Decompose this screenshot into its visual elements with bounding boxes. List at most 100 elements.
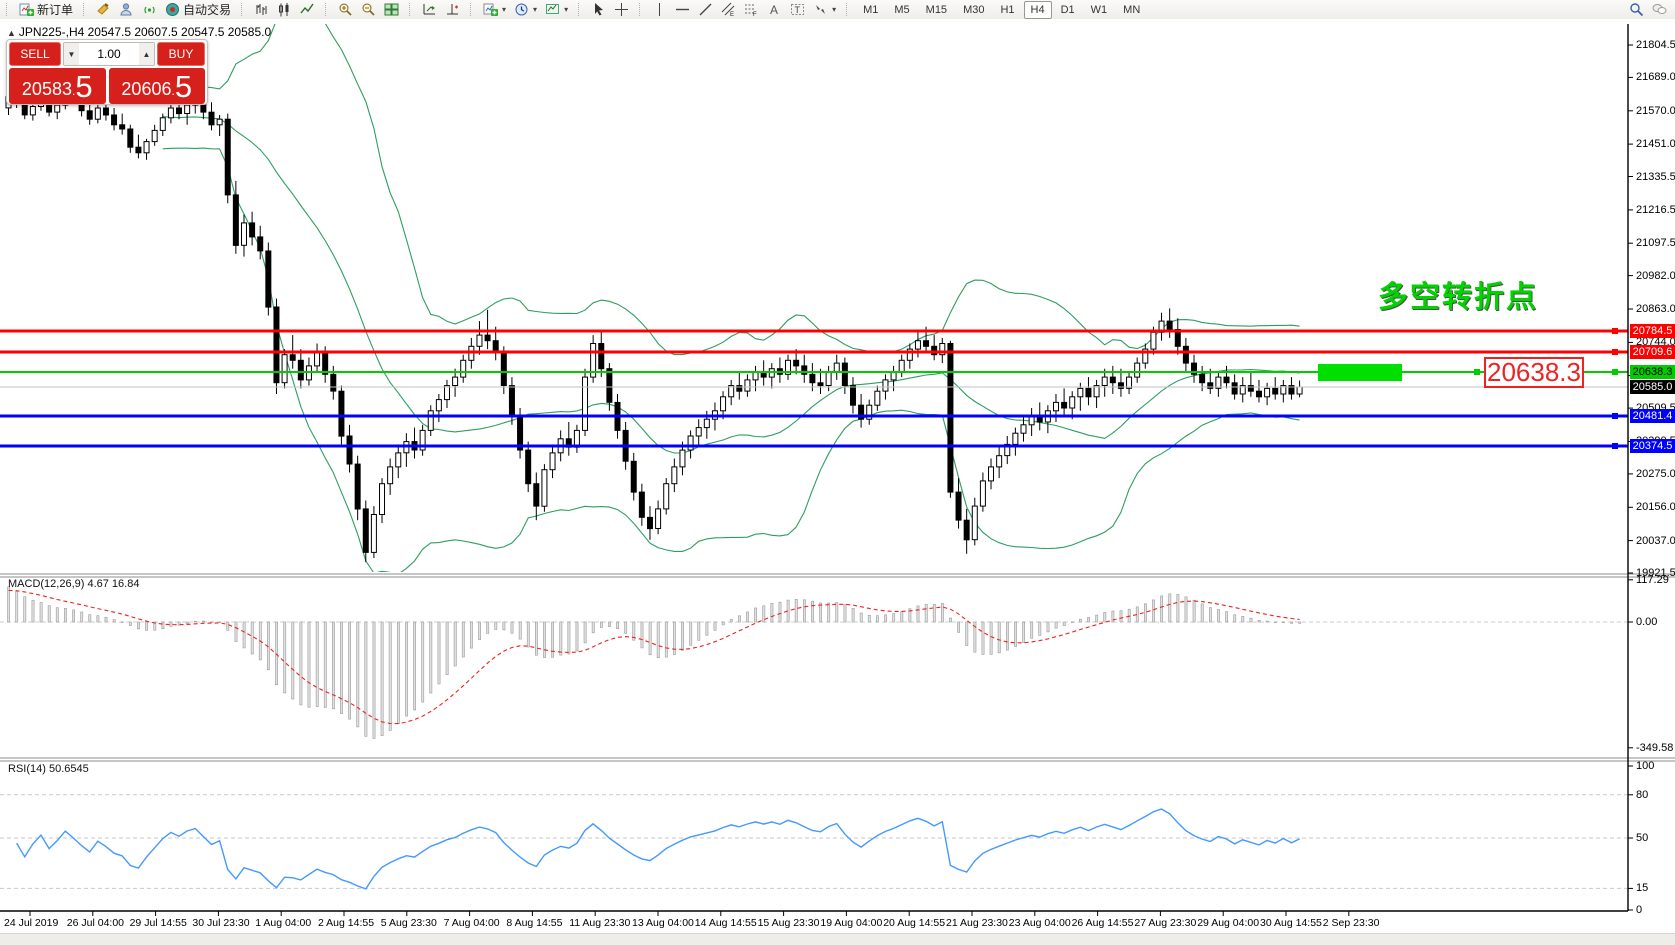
new-order-label: 新订单 — [37, 3, 74, 17]
dropdown-caret-icon: ▾ — [533, 5, 538, 14]
time-tick-label: 19 Aug 04:00 — [820, 917, 883, 929]
vertical-line-button[interactable] — [648, 1, 671, 19]
one-click-trading-panel: SELL ▼ 1.00 ▲ BUY 20583. 5 20606. 5 — [6, 39, 208, 105]
buy-button[interactable]: BUY — [157, 42, 205, 66]
time-tick-label: 23 Aug 04:00 — [1008, 917, 1071, 929]
text-button[interactable]: A — [763, 1, 786, 19]
trendline-button[interactable] — [694, 1, 717, 19]
equidistant-channel-button[interactable]: E — [717, 1, 740, 19]
svg-text:F: F — [753, 12, 757, 17]
time-tick-label: 7 Aug 04:00 — [443, 917, 500, 929]
price-tick-label: 21097.5 — [1636, 237, 1675, 250]
toolbar-separator — [639, 3, 644, 16]
price-callout-box[interactable]: 20638.3 — [1484, 357, 1584, 388]
chart-shift-button[interactable] — [418, 1, 441, 19]
time-tick-label: 29 Aug 04:00 — [1197, 917, 1260, 929]
crosshair-icon — [615, 3, 629, 16]
text-label-icon: T — [791, 4, 805, 15]
chart-window: ▲ JPN225-,H4 20547.5 20607.5 20547.5 2058… — [0, 19, 1675, 933]
timeframe-mn[interactable]: MN — [1116, 1, 1147, 19]
zoom-in-button[interactable] — [334, 1, 357, 19]
toolbar-separator — [409, 3, 414, 16]
autoscroll-button[interactable] — [441, 1, 464, 19]
autotrading-icon — [166, 3, 180, 16]
arrows-button[interactable]: ▾ — [809, 1, 840, 19]
new-order-icon — [19, 3, 34, 16]
timeframe-h4[interactable]: H4 — [1023, 0, 1052, 19]
price-line-tag: 20709.6 — [1630, 345, 1675, 360]
autoscroll-icon — [447, 4, 459, 15]
time-tick-label: 14 Aug 14:55 — [694, 917, 757, 929]
time-tick-label: 1 Aug 04:00 — [255, 917, 312, 929]
autotrading-button[interactable]: 自动交易 — [161, 1, 235, 19]
toolbar-right — [1629, 2, 1667, 17]
signal-icon — [144, 6, 155, 14]
time-tick-label: 2 Aug 14:55 — [318, 917, 375, 929]
fibonacci-button[interactable]: F — [740, 1, 763, 19]
turning-point-annotation[interactable]: 多空转折点 — [1378, 272, 1538, 316]
time-tick-label: 29 Jul 14:55 — [129, 917, 187, 929]
toolbar-grip — [6, 3, 11, 16]
time-tick-label: 27 Aug 23:30 — [1134, 917, 1197, 929]
dropdown-caret-icon: ▾ — [502, 5, 507, 14]
time-tick-label: 2 Sep 23:30 — [1322, 917, 1380, 929]
zoom-out-icon — [362, 3, 375, 16]
new-order-button[interactable]: 新订单 — [15, 1, 77, 19]
candlestick-chart-icon — [279, 3, 289, 17]
timeframe-m5[interactable]: M5 — [887, 1, 916, 19]
price-tick-label: 21216.5 — [1636, 203, 1675, 216]
indicators-button[interactable]: ▾ — [479, 1, 510, 19]
timeframe-h1[interactable]: H1 — [993, 1, 1021, 19]
search-icon[interactable] — [1629, 2, 1644, 17]
candlestick-chart-button[interactable] — [273, 1, 296, 19]
chart-canvas[interactable] — [0, 19, 1675, 933]
zoom-out-button[interactable] — [357, 1, 380, 19]
timeframe-m1[interactable]: M1 — [856, 1, 885, 19]
svg-text:A: A — [770, 3, 778, 17]
rsi-tick-label: 100 — [1636, 760, 1655, 772]
buy-price-display[interactable]: 20606. 5 — [108, 68, 205, 104]
price-line-tag: 20481.4 — [1630, 409, 1675, 423]
vertical-line-icon — [659, 3, 661, 16]
rsi-tick-label: 15 — [1636, 882, 1649, 895]
sell-price-big-digit: 5 — [75, 69, 93, 104]
timeframe-group: M1 M5 M15 M30 H1 H4 D1 W1 MN — [855, 0, 1148, 19]
volume-increase-button[interactable]: ▲ — [139, 43, 154, 65]
chat-icon[interactable] — [1652, 2, 1667, 17]
crosshair-button[interactable] — [610, 1, 633, 19]
toolbar: 新订单 自动交易 ▾ ▾ ▾ E F A T ▾ M1 M5 M15 M30 H… — [0, 0, 1675, 20]
price-tick-label: 20275.0 — [1636, 467, 1675, 480]
tile-windows-icon — [384, 3, 399, 16]
tile-windows-button[interactable] — [380, 1, 403, 19]
price-tick-label: 20863.0 — [1636, 303, 1675, 315]
sell-button[interactable]: SELL — [9, 42, 61, 66]
volume-decrease-button[interactable]: ▼ — [64, 43, 79, 65]
clear-objects-button[interactable] — [92, 1, 115, 19]
autotrading-label: 自动交易 — [183, 3, 232, 17]
time-tick-label: 30 Aug 14:55 — [1260, 917, 1322, 929]
profiles-button[interactable] — [115, 1, 138, 19]
sell-price-main: 20583 — [21, 79, 72, 99]
timeframe-w1[interactable]: W1 — [1084, 1, 1115, 19]
timeframe-m30[interactable]: M30 — [956, 1, 991, 19]
macd-indicator-label: MACD(12,26,9) 4.67 16.84 — [8, 578, 140, 590]
periods-button[interactable]: ▾ — [510, 1, 541, 19]
bar-chart-button[interactable] — [250, 1, 273, 19]
horizontal-line-button[interactable] — [671, 1, 694, 19]
buy-price-big-digit: 5 — [174, 69, 193, 104]
collapse-arrow-icon: ▲ — [7, 28, 16, 38]
line-chart-button[interactable] — [296, 1, 319, 19]
timeframe-d1[interactable]: D1 — [1054, 1, 1082, 19]
sell-price-display[interactable]: 20583. 5 — [9, 68, 106, 104]
signal-button[interactable] — [138, 1, 161, 19]
timeframe-m15[interactable]: M15 — [919, 1, 954, 19]
clock-icon — [515, 3, 528, 16]
price-line-tag: 20638.3 — [1630, 365, 1675, 379]
price-tick-label: 21804.5 — [1636, 39, 1675, 51]
buy-price-main: 20606 — [121, 79, 172, 99]
templates-button[interactable]: ▾ — [541, 1, 572, 19]
price-tick-label: 21451.0 — [1636, 138, 1675, 151]
volume-input[interactable]: 1.00 — [79, 43, 139, 65]
cursor-button[interactable] — [587, 1, 610, 19]
text-label-button[interactable]: T — [786, 1, 809, 19]
